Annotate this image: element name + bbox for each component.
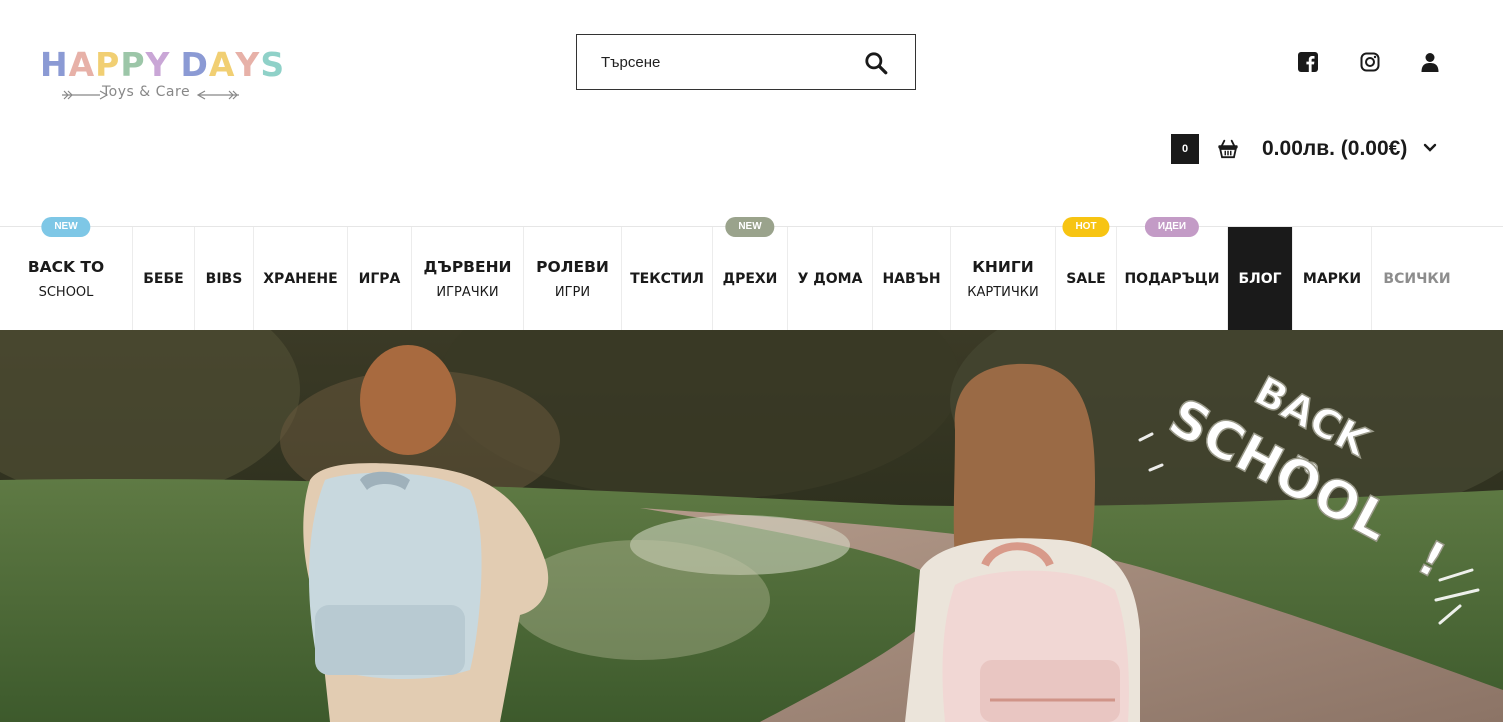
logo-tagline: Toys & Care	[40, 84, 252, 104]
nav-item-label: РОЛЕВИ	[536, 257, 609, 276]
hot-badge: HOT	[1062, 217, 1110, 237]
nav-item-label: SALE	[1066, 271, 1106, 287]
nav-item-label: ВСИЧКИ	[1383, 271, 1451, 287]
nav-item-label: ТЕКСТИЛ	[630, 271, 704, 287]
nav-item-igra[interactable]: ИГРА	[348, 227, 412, 331]
nav-item-label: ПОДАРЪЦИ	[1124, 271, 1220, 287]
nav-item-blog[interactable]: БЛОГ	[1228, 227, 1293, 331]
logo-letter: Y	[235, 45, 261, 84]
nav-item-knigi-kartichki[interactable]: КНИГИ КАРТИЧКИ	[951, 227, 1056, 331]
logo-title: HAPPY DAYS	[40, 45, 284, 84]
search-input[interactable]	[601, 51, 861, 73]
hero-image: BACK TO SCHOOL !	[0, 330, 1503, 722]
facebook-icon[interactable]	[1298, 52, 1318, 72]
nav-item-label: ИГРА	[358, 271, 401, 287]
nav-item-sublabel: КАРТИЧКИ	[967, 284, 1039, 300]
nav-item-sublabel: SCHOOL	[38, 284, 94, 300]
nav-item-label: У ДОМА	[797, 271, 863, 287]
logo-letter: S	[260, 45, 286, 84]
nav-item-label: БЛОГ	[1238, 271, 1282, 287]
nav-item-label: ДРЕХИ	[722, 271, 778, 287]
hero-banner[interactable]: BACK TO SCHOOL !	[0, 330, 1503, 722]
nav-item-tekstil[interactable]: ТЕКСТИЛ	[622, 227, 713, 331]
site-logo[interactable]: HAPPY DAYS Toys & Care	[40, 45, 284, 110]
logo-letter: H	[40, 45, 69, 84]
arrow-right-icon	[196, 90, 239, 100]
nav-item-label: БЕБЕ	[143, 271, 184, 287]
instagram-icon[interactable]	[1360, 52, 1380, 72]
search-box	[576, 34, 916, 90]
logo-letter: D	[180, 45, 209, 84]
logo-letter: P	[120, 45, 146, 84]
nav-item-label: BIBS	[205, 271, 243, 287]
cart-total: 0.00лв. (0.00€)	[1262, 137, 1408, 160]
nav-item-podarazi[interactable]: ИДЕИ ПОДАРЪЦИ	[1117, 217, 1228, 331]
nav-item-navan[interactable]: НАВЪН	[873, 227, 951, 331]
search-icon[interactable]	[863, 50, 889, 76]
user-icon[interactable]	[1420, 52, 1440, 72]
basket-icon	[1218, 139, 1238, 159]
chevron-down-icon[interactable]	[1422, 140, 1438, 156]
nav-item-label: ХРАНЕНЕ	[263, 271, 338, 287]
nav-item-sublabel: ИГРИ	[554, 284, 591, 300]
nav-item-hranene[interactable]: ХРАНЕНЕ	[254, 227, 348, 331]
nav-item-drehi[interactable]: NEW ДРЕХИ	[713, 217, 788, 331]
nav-item-sublabel: ИГРАЧКИ	[436, 284, 499, 300]
cart-count-badge: 0	[1171, 134, 1199, 164]
nav-item-label: МАРКИ	[1302, 271, 1362, 287]
nav-item-u-doma[interactable]: У ДОМА	[788, 227, 873, 331]
nav-item-rolevi-igri[interactable]: РОЛЕВИ ИГРИ	[524, 227, 622, 331]
nav-item-darveni-igrachki[interactable]: ДЪРВЕНИ ИГРАЧКИ	[412, 227, 524, 331]
nav-item-label: ДЪРВЕНИ	[423, 257, 512, 276]
new-badge: NEW	[41, 217, 91, 237]
logo-letter: P	[95, 45, 121, 84]
nav-item-marki[interactable]: МАРКИ	[1293, 227, 1372, 331]
tagline-text: Toys & Care	[102, 84, 191, 100]
nav-item-vsichki[interactable]: ВСИЧКИ	[1372, 227, 1462, 331]
nav-item-back-to-school[interactable]: NEW BACK TO SCHOOL	[0, 217, 133, 331]
nav-item-sale[interactable]: HOT SALE	[1056, 217, 1117, 331]
main-navigation: NEW BACK TO SCHOOL БЕБЕ BIBS ХРАНЕНЕ ИГР…	[0, 217, 1503, 331]
new-badge: NEW	[725, 217, 775, 237]
logo-letter: A	[68, 45, 96, 84]
logo-letter: A	[208, 45, 236, 84]
nav-item-bebe[interactable]: БЕБЕ	[133, 227, 195, 331]
nav-item-label: КНИГИ	[972, 257, 1034, 276]
ideas-badge: ИДЕИ	[1144, 217, 1200, 237]
nav-item-bibs[interactable]: BIBS	[195, 227, 254, 331]
nav-item-label: НАВЪН	[882, 271, 941, 287]
nav-item-label: BACK TO	[27, 257, 105, 276]
logo-letter: Y	[145, 45, 171, 84]
